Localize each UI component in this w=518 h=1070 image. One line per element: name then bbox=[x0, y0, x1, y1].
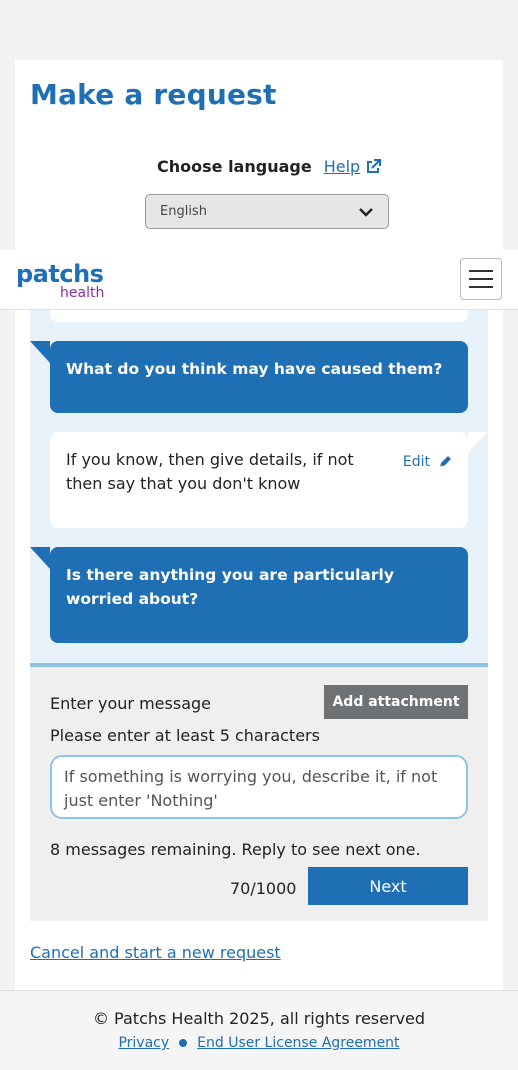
answer-bubble-tail bbox=[468, 432, 488, 452]
message-hint: Please enter at least 5 characters bbox=[50, 726, 320, 745]
message-input[interactable]: If something is worrying you, describe i… bbox=[50, 755, 468, 819]
page-title: Make a request bbox=[30, 78, 277, 111]
answer-text: If you know, then give details, if not t… bbox=[66, 450, 354, 493]
pencil-icon bbox=[439, 456, 451, 468]
question-bubble: Is there anything you are particularly w… bbox=[50, 547, 468, 643]
language-select[interactable]: English bbox=[145, 194, 389, 229]
logo-text-bottom: health bbox=[60, 285, 105, 301]
hamburger-icon bbox=[469, 270, 493, 272]
question-bubble: What do you think may have caused them? bbox=[50, 341, 468, 413]
footer-links: Privacy End User License Agreement bbox=[0, 1035, 518, 1051]
cancel-request-link[interactable]: Cancel and start a new request bbox=[30, 943, 281, 962]
menu-toggle-button[interactable] bbox=[460, 258, 502, 300]
question-bubble-tail bbox=[30, 547, 50, 569]
chevron-down-icon bbox=[359, 207, 373, 217]
help-link[interactable]: Help bbox=[323, 157, 382, 176]
add-attachment-button[interactable]: Add attachment bbox=[324, 685, 468, 719]
question-text: Is there anything you are particularly w… bbox=[66, 566, 394, 608]
message-composer: Enter your message Add attachment Please… bbox=[30, 663, 488, 921]
footer: © Patchs Health 2025, all rights reserve… bbox=[0, 990, 518, 1070]
privacy-link[interactable]: Privacy bbox=[118, 1035, 169, 1051]
language-label: Choose language bbox=[157, 157, 312, 176]
separator-dot bbox=[179, 1039, 188, 1047]
edit-label: Edit bbox=[402, 454, 430, 470]
answer-bubble: If you know, then give details, if not t… bbox=[50, 432, 468, 528]
external-link-icon bbox=[367, 158, 382, 173]
language-row: Choose language Help bbox=[157, 157, 382, 176]
messages-remaining: 8 messages remaining. Reply to see next … bbox=[50, 840, 421, 859]
hamburger-icon-bar bbox=[469, 286, 493, 288]
character-counter: 70/1000 bbox=[230, 879, 297, 898]
patchs-logo[interactable]: patchs health bbox=[16, 262, 104, 300]
language-selected-value: English bbox=[160, 204, 207, 219]
question-bubble-tail bbox=[30, 341, 50, 363]
copyright-text: © Patchs Health 2025, all rights reserve… bbox=[92, 1009, 426, 1028]
message-label: Enter your message bbox=[50, 694, 211, 713]
logo-text-top: patchs bbox=[16, 260, 104, 288]
top-navbar: patchs health bbox=[0, 250, 518, 310]
next-button[interactable]: Next bbox=[308, 867, 468, 905]
hamburger-icon-bar bbox=[469, 278, 493, 280]
eula-link[interactable]: End User License Agreement bbox=[197, 1035, 399, 1051]
edit-answer-button[interactable]: Edit bbox=[403, 450, 452, 474]
question-text: What do you think may have caused them? bbox=[66, 360, 443, 378]
previous-answer-bubble bbox=[50, 310, 468, 322]
help-label: Help bbox=[323, 157, 361, 176]
